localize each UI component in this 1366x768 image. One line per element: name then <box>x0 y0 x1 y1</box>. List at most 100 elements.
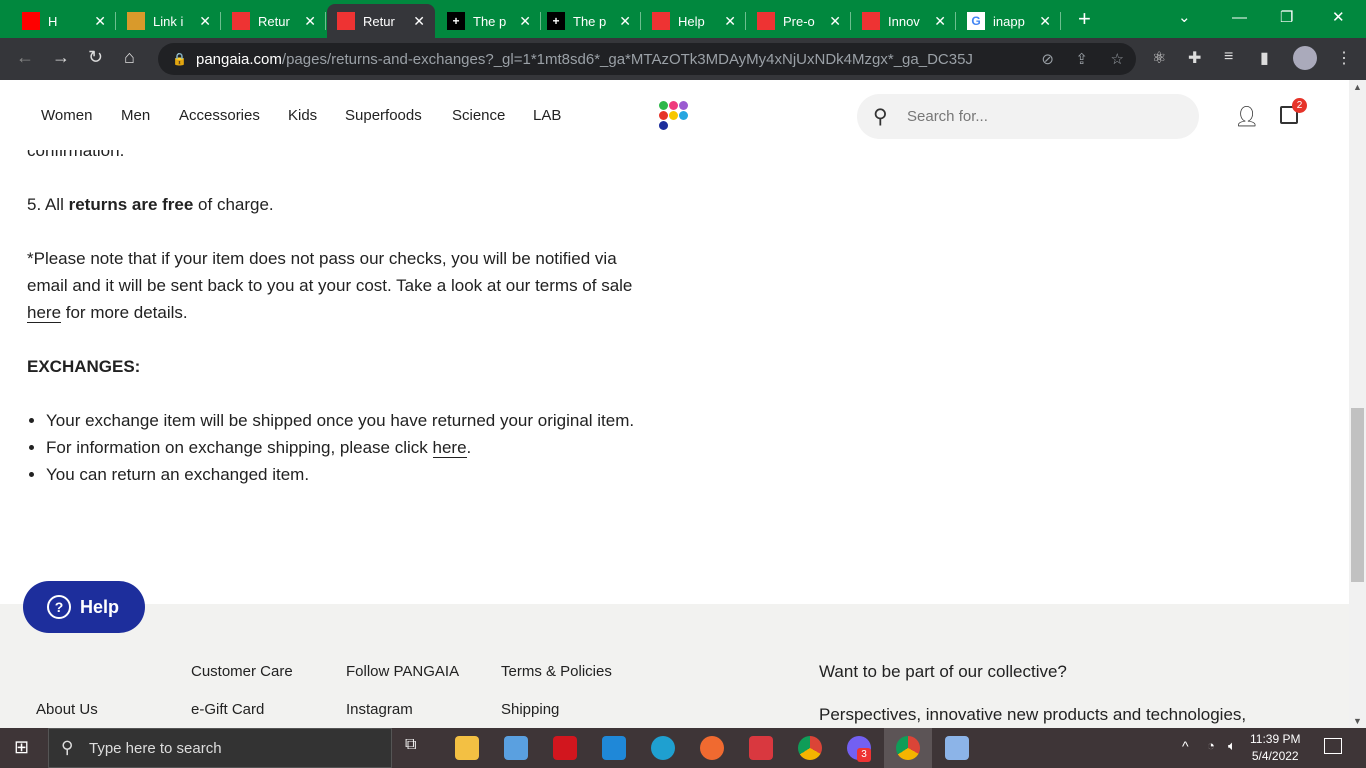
exchange-shipping-link[interactable]: here <box>432 438 467 458</box>
tab[interactable]: Retur ✕ <box>327 4 435 38</box>
tab[interactable]: H ✕ <box>12 4 116 38</box>
close-window-button[interactable]: ✕ <box>1332 0 1345 34</box>
nav-men[interactable]: Men <box>121 107 150 124</box>
tab[interactable]: + The p ✕ <box>537 4 641 38</box>
nav-kids[interactable]: Kids <box>288 107 317 124</box>
tab-separator <box>640 12 641 30</box>
avira-icon[interactable] <box>553 736 577 760</box>
taskbar-search-input[interactable]: ⚲ Type here to search <box>48 728 392 768</box>
show-hidden-icons[interactable]: ^ <box>1182 738 1189 754</box>
new-tab-icon[interactable]: + <box>1078 6 1091 32</box>
site-footer: About Us Customer Care e-Gift Card Follo… <box>0 604 1349 728</box>
clock[interactable]: 11:39 PM 5/4/2022 <box>1250 731 1300 765</box>
chrome-icon[interactable] <box>798 736 822 760</box>
text: 5. All <box>27 195 69 214</box>
tab[interactable]: Innov ✕ <box>852 4 956 38</box>
nav-accessories[interactable]: Accessories <box>179 107 260 124</box>
react-devtools-icon[interactable]: ⚛ <box>1152 48 1166 68</box>
close-tab-icon[interactable]: ✕ <box>519 13 531 30</box>
address-bar[interactable]: 🔒 pangaia.com/pages/returns-and-exchange… <box>158 43 1136 75</box>
vscode-icon[interactable] <box>602 736 626 760</box>
text: of charge. <box>193 195 274 214</box>
tracking-blocked-icon[interactable]: ⊘ <box>1041 50 1054 68</box>
youtube-icon <box>22 12 40 30</box>
postman-icon[interactable] <box>700 736 724 760</box>
footer-heading-customer-care: Customer Care <box>191 663 293 680</box>
close-tab-icon[interactable]: ✕ <box>724 13 736 30</box>
search-input[interactable]: ⚲ Search for... <box>857 94 1199 139</box>
scroll-up-icon[interactable]: ▲ <box>1353 82 1362 92</box>
tab-title: The p <box>573 13 607 29</box>
chrome-profile-icon[interactable] <box>896 736 920 760</box>
footer-instagram-link[interactable]: Instagram <box>346 701 413 718</box>
share-icon[interactable]: ⇪ <box>1075 50 1088 68</box>
tab[interactable]: Retur ✕ <box>222 4 326 38</box>
extensions-icon[interactable]: ✚ <box>1188 48 1201 68</box>
wordpad-icon[interactable] <box>945 736 969 760</box>
close-tab-icon[interactable]: ✕ <box>94 13 106 30</box>
wifi-icon[interactable]: ◔ <box>1207 738 1215 753</box>
search-icon: ⚲ <box>61 738 74 757</box>
menu-icon[interactable]: ⋮ <box>1336 48 1352 68</box>
restore-button[interactable]: ❐ <box>1280 0 1293 34</box>
tab-separator <box>325 12 326 30</box>
close-tab-icon[interactable]: ✕ <box>619 13 631 30</box>
search-icon: ⚲ <box>873 106 888 128</box>
minimize-button[interactable]: — <box>1232 0 1247 34</box>
nav-science[interactable]: Science <box>452 107 505 124</box>
nav-women[interactable]: Women <box>41 107 92 124</box>
close-tab-icon[interactable]: ✕ <box>934 13 946 30</box>
page-scrollbar[interactable]: ▲ ▼ <box>1349 80 1366 728</box>
nav-lab[interactable]: LAB <box>533 107 561 124</box>
reload-icon[interactable]: ↻ <box>88 47 103 68</box>
scrollbar-thumb[interactable] <box>1351 408 1364 582</box>
footer-shipping-link[interactable]: Shipping <box>501 701 559 718</box>
task-view-icon[interactable]: ⧉ <box>405 736 429 760</box>
footer-gift-card-link[interactable]: e-Gift Card <box>191 701 264 718</box>
file-explorer-icon[interactable] <box>455 736 479 760</box>
close-tab-icon[interactable]: ✕ <box>413 13 425 30</box>
tab-search-icon[interactable]: ⌄ <box>1178 0 1191 34</box>
tab-title: Link i <box>153 13 184 29</box>
tab[interactable]: Help ✕ <box>642 4 746 38</box>
pangaia-logo[interactable] <box>659 101 691 133</box>
text: for more details. <box>61 303 188 322</box>
terms-here-link[interactable]: here <box>27 303 62 323</box>
forward-icon[interactable]: → <box>52 47 70 68</box>
tab[interactable]: Link i ✕ <box>117 4 221 38</box>
side-panel-icon[interactable]: ▮ <box>1260 48 1269 68</box>
notifications-icon[interactable] <box>1324 738 1342 754</box>
footer-about-us-link[interactable]: About Us <box>36 701 98 718</box>
home-icon[interactable]: ⌂ <box>124 47 135 68</box>
pangaia-icon <box>232 12 250 30</box>
edge-icon[interactable] <box>651 736 675 760</box>
close-tab-icon[interactable]: ✕ <box>199 13 211 30</box>
back-icon[interactable]: ← <box>16 47 34 68</box>
shield-app-icon[interactable] <box>749 736 773 760</box>
close-tab-icon[interactable]: ✕ <box>1039 13 1051 30</box>
returns-content: confirmation. 5. All returns are free of… <box>27 137 657 488</box>
profile-avatar[interactable] <box>1293 46 1317 70</box>
cart-count-badge: 2 <box>1292 98 1307 113</box>
nav-superfoods[interactable]: Superfoods <box>345 107 422 124</box>
volume-icon[interactable]: 🔈︎ <box>1228 738 1236 754</box>
bookmark-star-icon[interactable]: ☆ <box>1111 50 1124 68</box>
close-tab-icon[interactable]: ✕ <box>304 13 316 30</box>
windows-start-icon[interactable]: ⊞ <box>14 737 29 758</box>
taskbar-search-placeholder: Type here to search <box>89 739 222 757</box>
media-control-icon[interactable]: ≡ <box>1224 48 1233 66</box>
plus-icon: + <box>447 12 465 30</box>
newsletter-title: Want to be part of our collective? <box>819 662 1067 681</box>
tab[interactable]: Ginapp ✕ <box>957 4 1061 38</box>
tab-separator <box>115 12 116 30</box>
pangaia-icon <box>337 12 355 30</box>
close-tab-icon[interactable]: ✕ <box>829 13 841 30</box>
tab-title: Retur <box>258 13 290 29</box>
tab[interactable]: + The p ✕ <box>437 4 541 38</box>
this-pc-icon[interactable] <box>504 736 528 760</box>
account-icon[interactable]: 👤︎ <box>1234 104 1259 129</box>
list-item: For information on exchange shipping, pl… <box>46 434 657 461</box>
help-button[interactable]: ? Help <box>23 581 145 633</box>
tab[interactable]: Pre-o ✕ <box>747 4 851 38</box>
scroll-down-icon[interactable]: ▼ <box>1353 716 1362 726</box>
